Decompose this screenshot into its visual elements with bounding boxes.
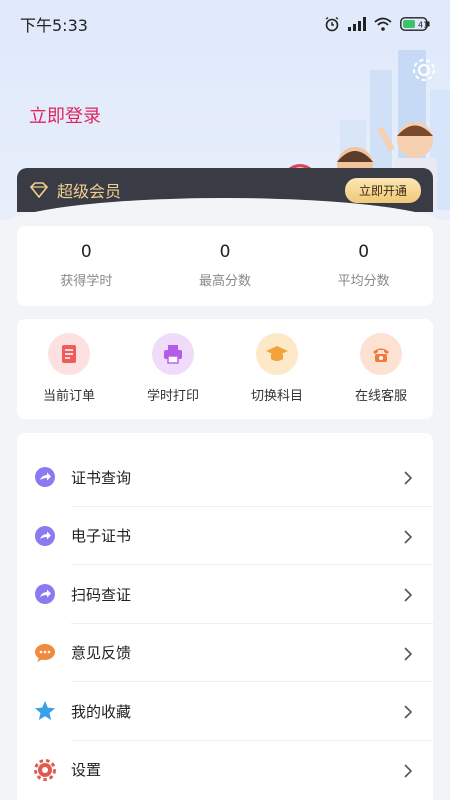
order-icon [48, 333, 90, 375]
status-bar: 下午5:33 41 [0, 0, 450, 48]
stats-card: 0 获得学时 0 最高分数 0 平均分数 [17, 226, 433, 306]
stat-max-score: 0 最高分数 [156, 226, 295, 306]
stat-hours: 0 获得学时 [17, 226, 156, 306]
quick-action-print[interactable]: 学时打印 [121, 319, 225, 419]
chevron-right-icon [404, 705, 413, 719]
diamond-icon [29, 182, 49, 198]
status-icons: 41 [324, 16, 430, 32]
quick-action-label: 学时打印 [146, 389, 199, 404]
menu-card: 证书查询 电子证书 扫码查证 意见反馈 我的收藏 设置 [17, 433, 433, 800]
wifi-icon [374, 17, 392, 31]
quick-action-support[interactable]: 在线客服 [329, 319, 433, 419]
settings-gear-button[interactable] [410, 56, 438, 84]
graduation-cap-icon [256, 333, 298, 375]
chevron-right-icon [404, 529, 413, 544]
chat-bubble-icon [34, 642, 56, 664]
stat-value: 0 [80, 242, 92, 262]
quick-actions-card: 当前订单 学时打印 切换科目 在线客服 [17, 319, 433, 419]
phone-icon [360, 333, 402, 375]
star-icon [34, 700, 56, 722]
menu-item-label: 证书查询 [71, 468, 132, 487]
menu-item-e-certificate[interactable]: 电子证书 [17, 507, 433, 565]
share-arrow-icon [34, 583, 56, 605]
battery-level: 41 [418, 21, 428, 30]
share-arrow-icon [34, 466, 56, 488]
chevron-right-icon [404, 763, 413, 778]
quick-action-label: 在线客服 [354, 389, 407, 404]
vip-open-button[interactable]: 立即开通 [344, 177, 421, 203]
share-arrow-icon [34, 525, 56, 547]
menu-item-label: 意见反馈 [71, 644, 132, 663]
menu-item-label: 设置 [71, 761, 102, 780]
chevron-right-icon [404, 588, 413, 602]
vip-label: 超级会员 [57, 182, 122, 201]
stat-value: 0 [219, 242, 231, 262]
quick-action-label: 切换科目 [250, 389, 303, 404]
stat-value: 0 [358, 242, 370, 262]
status-time: 下午5:33 [20, 16, 88, 35]
menu-item-label: 扫码查证 [71, 585, 132, 604]
stat-label: 获得学时 [60, 274, 113, 289]
stat-avg-score: 0 平均分数 [294, 226, 433, 306]
stat-label: 最高分数 [199, 274, 252, 289]
quick-action-orders[interactable]: 当前订单 [17, 319, 121, 419]
stat-label: 平均分数 [337, 274, 390, 289]
alarm-icon [325, 16, 339, 32]
menu-item-label: 电子证书 [71, 527, 132, 546]
login-link[interactable]: 立即登录 [29, 102, 101, 128]
chevron-right-icon [404, 646, 413, 661]
menu-item-certificate-query[interactable]: 证书查询 [17, 448, 433, 507]
chevron-right-icon [404, 471, 413, 485]
menu-item-settings[interactable]: 设置 [17, 741, 433, 800]
menu-item-feedback[interactable]: 意见反馈 [17, 624, 433, 682]
quick-action-switch-subject[interactable]: 切换科目 [225, 319, 329, 419]
menu-item-scan-verify[interactable]: 扫码查证 [17, 565, 433, 624]
quick-action-label: 当前订单 [42, 389, 95, 404]
signal-icon [348, 17, 366, 31]
menu-item-label: 我的收藏 [71, 702, 132, 721]
gear-icon [34, 758, 56, 781]
menu-item-favorites[interactable]: 我的收藏 [17, 682, 433, 741]
printer-icon [152, 333, 194, 375]
battery-icon: 41 [400, 17, 430, 31]
